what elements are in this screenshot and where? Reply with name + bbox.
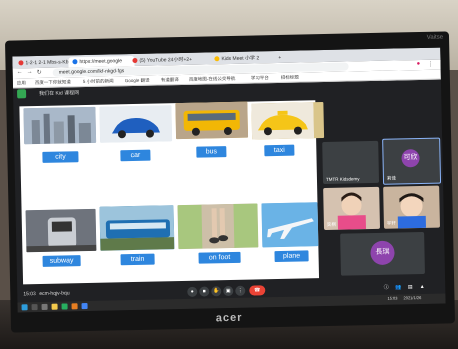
tab-favicon-icon bbox=[214, 56, 220, 62]
tab-label: 1-2-1 2-1 Mbs-s-Kb bbox=[25, 59, 69, 67]
car-image bbox=[99, 105, 173, 143]
subway-image bbox=[25, 208, 97, 253]
bookmark-item[interactable]: 5 小时前的新闻 bbox=[83, 78, 114, 85]
tab-label: (5) YouTube 24小时+2+ bbox=[139, 56, 193, 64]
meet-logo-icon bbox=[17, 89, 27, 99]
taskbar-date: 2021/1/26 bbox=[403, 295, 422, 301]
search-icon[interactable] bbox=[31, 304, 38, 311]
bookmark-item[interactable]: 有道翻译 bbox=[161, 77, 179, 83]
people-icon[interactable]: 👥 bbox=[393, 282, 403, 292]
subway-icon bbox=[25, 208, 97, 253]
word-label: city bbox=[42, 151, 79, 163]
participant-tile[interactable]: 可欣 莉佳 bbox=[382, 137, 442, 185]
plane-image bbox=[261, 202, 319, 248]
screen: 1-2-1 2-1 Mbs-s-Kb https://meet.google (… bbox=[12, 47, 446, 313]
word-label: train bbox=[120, 253, 155, 266]
participant-tile[interactable]: TMTR Kidsdemy bbox=[322, 140, 380, 185]
bus-icon bbox=[175, 101, 249, 140]
participant-video-tile[interactable]: 奕桐 bbox=[323, 186, 381, 231]
presenter-title: 我们在 Kid 课程网 bbox=[39, 90, 80, 97]
activities-icon[interactable]: ▲ bbox=[417, 282, 427, 292]
bookmark-item[interactable]: 招标标题 bbox=[281, 75, 299, 81]
leave-call-button[interactable]: ☎ bbox=[249, 285, 266, 296]
tab-favicon-icon bbox=[18, 60, 24, 66]
back-icon[interactable]: ← bbox=[17, 69, 23, 75]
bookmark-item[interactable]: 百度一下你就知道 bbox=[35, 79, 71, 86]
train-image bbox=[99, 205, 175, 251]
task-view-icon[interactable] bbox=[41, 303, 48, 310]
present-icon[interactable]: ▣ bbox=[223, 285, 234, 297]
presentation-slide: city car bus taxi subway train on foot p… bbox=[19, 100, 325, 285]
meeting-code: ecm-hqjv-bqu bbox=[39, 290, 70, 298]
tab-label: Kids Meet 小学 2 bbox=[221, 55, 260, 63]
meeting-time: 15:03 bbox=[23, 291, 36, 298]
monitor-corner-label: Vaitse bbox=[426, 34, 444, 41]
word-label: plane bbox=[274, 250, 309, 263]
participant-name: TMTR Kidsdemy bbox=[325, 176, 360, 182]
taxi-image bbox=[251, 102, 325, 140]
tab-favicon-icon bbox=[72, 59, 78, 65]
menu-icon[interactable]: ⋮ bbox=[428, 61, 434, 68]
info-icon[interactable]: ⓘ bbox=[381, 283, 391, 293]
chat-icon[interactable]: ▤ bbox=[405, 282, 415, 292]
bookmark-item[interactable]: Google 翻译 bbox=[125, 78, 150, 85]
monitor: Vaitse 1-2-1 2-1 Mbs-s-Kb https://meet.g… bbox=[4, 31, 456, 333]
word-label: on foot bbox=[198, 251, 241, 264]
reload-icon[interactable]: ↻ bbox=[37, 69, 42, 76]
app-icon[interactable] bbox=[71, 303, 78, 310]
participant-video-tile[interactable]: 宇轩 bbox=[383, 185, 441, 229]
profile-icon[interactable]: ● bbox=[417, 61, 421, 67]
car-icon bbox=[99, 105, 173, 143]
participant-tile[interactable]: 長琪 bbox=[340, 231, 425, 276]
bookmark-item[interactable]: 学习平台 bbox=[251, 75, 269, 81]
train-icon bbox=[99, 205, 175, 251]
tab-favicon-icon bbox=[132, 58, 138, 64]
participant-name: 莉佳 bbox=[386, 175, 397, 181]
bus-image bbox=[175, 101, 249, 140]
chrome-icon[interactable] bbox=[81, 303, 88, 310]
camera-icon[interactable]: ■ bbox=[199, 286, 210, 297]
bookmark-item[interactable]: 百度地图-在线公交导航 bbox=[189, 76, 236, 83]
more-options-icon[interactable]: ⋮ bbox=[235, 285, 246, 296]
forward-icon[interactable]: → bbox=[27, 69, 33, 75]
walking-feet-icon bbox=[177, 203, 259, 250]
app-icon[interactable] bbox=[61, 303, 68, 310]
avatar: 可欣 bbox=[401, 149, 420, 168]
word-label: bus bbox=[196, 146, 227, 158]
start-icon[interactable] bbox=[21, 304, 28, 311]
monitor-brand-logo: acer bbox=[215, 311, 243, 325]
taxi-icon bbox=[251, 102, 315, 140]
word-label: car bbox=[120, 149, 151, 162]
bookmark-item[interactable]: 应用 bbox=[17, 80, 26, 86]
city-skyline-icon bbox=[23, 106, 97, 145]
tab-label: https://meet.google bbox=[79, 58, 123, 66]
explorer-icon[interactable] bbox=[51, 303, 58, 310]
mic-icon[interactable]: ● bbox=[187, 286, 198, 297]
new-tab-button[interactable]: + bbox=[274, 53, 285, 63]
participant-name: 宇轩 bbox=[386, 220, 396, 226]
plane-icon bbox=[261, 202, 319, 248]
taskbar-clock: 15:03 bbox=[387, 295, 398, 301]
on-foot-image bbox=[177, 203, 259, 250]
city-image bbox=[23, 106, 97, 145]
word-label: taxi bbox=[264, 144, 295, 157]
raise-hand-icon[interactable]: ✋ bbox=[211, 286, 222, 297]
avatar: 長琪 bbox=[370, 240, 395, 266]
participant-name: 奕桐 bbox=[326, 221, 336, 227]
word-label: subway bbox=[42, 255, 81, 267]
